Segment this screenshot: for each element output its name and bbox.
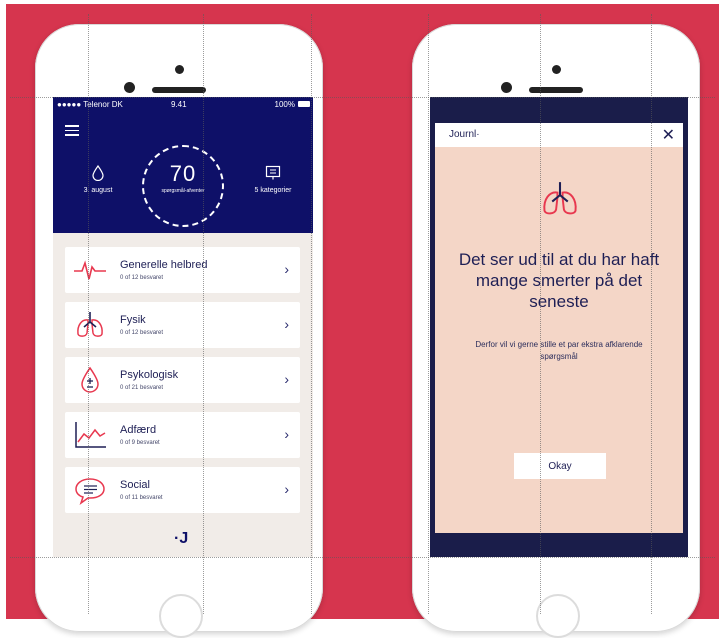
modal-topbar: Journl· ✕ — [435, 123, 683, 147]
card-subtitle: 0 of 21 besvaret — [120, 385, 164, 391]
speech-bubble-icon — [75, 478, 105, 505]
categories-stat: 5 kategorier — [243, 165, 303, 194]
close-icon[interactable]: ✕ — [662, 125, 675, 145]
front-camera — [175, 65, 184, 74]
category-card-fysik[interactable]: Fysik 0 of 12 besvaret › — [65, 302, 300, 348]
chevron-right-icon: › — [284, 261, 289, 277]
monitor-icon — [265, 165, 281, 180]
guide-line — [88, 14, 89, 614]
score-caption: spørgsmål-afventer — [161, 188, 205, 194]
card-subtitle: 0 of 12 besvaret — [120, 275, 164, 281]
categories-label: 5 kategorier — [254, 187, 292, 194]
lungs-icon — [543, 182, 577, 215]
status-bar: ●●●●● Telenor DK 9.41 100% — [53, 97, 313, 111]
status-time: 9.41 — [171, 100, 187, 109]
guide-line — [428, 14, 429, 614]
home-button[interactable] — [536, 594, 580, 638]
journl-logo: Journl· — [449, 129, 480, 140]
sensor — [501, 82, 512, 93]
chevron-right-icon: › — [284, 371, 289, 387]
category-card-generelle-helbred[interactable]: Generelle helbred 0 of 12 besvaret › — [65, 247, 300, 293]
card-title: Fysik — [120, 314, 146, 326]
date-stat: 3. august — [73, 165, 123, 194]
speaker — [152, 87, 206, 93]
footer-logo: ·J — [174, 530, 189, 547]
chevron-right-icon: › — [284, 481, 289, 497]
right-screen: Journl· ✕ Det ser ud til at du har haft … — [430, 97, 688, 557]
sensor — [124, 82, 135, 93]
header-panel: ●●●●● Telenor DK 9.41 100% 3. august 70 … — [53, 97, 313, 233]
drop-plus-minus-icon — [81, 366, 99, 393]
carrier-label: ●●●●● Telenor DK — [57, 100, 123, 109]
guide-line — [651, 14, 652, 614]
card-title: Social — [120, 479, 150, 491]
lungs-icon — [77, 312, 103, 337]
score-number: 70 — [169, 161, 197, 186]
battery-icon — [298, 101, 310, 107]
category-card-social[interactable]: Social 0 of 11 besvaret › — [65, 467, 300, 513]
card-subtitle: 0 of 12 besvaret — [120, 330, 164, 336]
left-screen: ●●●●● Telenor DK 9.41 100% 3. august 70 … — [53, 97, 313, 557]
front-camera — [552, 65, 561, 74]
card-title: Psykologisk — [120, 369, 179, 381]
card-subtitle: 0 of 9 besvaret — [120, 440, 160, 446]
score-circle[interactable]: 70 spørgsmål-afventer — [142, 145, 224, 227]
line-chart-icon — [75, 422, 106, 448]
card-subtitle: 0 of 11 besvaret — [120, 495, 163, 501]
hamburger-menu-icon[interactable] — [65, 125, 79, 136]
modal-subtext: Derfor vil vi gerne stille et par ekstra… — [475, 340, 643, 361]
card-title: Adfærd — [120, 424, 157, 436]
speaker — [529, 87, 583, 93]
okay-button[interactable]: Okay — [514, 453, 606, 479]
drop-icon — [92, 165, 104, 181]
guide-line — [10, 97, 715, 98]
home-button[interactable] — [159, 594, 203, 638]
card-title: Generelle helbred — [120, 259, 208, 271]
chevron-right-icon: › — [284, 426, 289, 442]
guide-line — [203, 14, 204, 614]
battery-label: 100% — [274, 100, 295, 109]
heartbeat-icon — [74, 260, 106, 280]
guide-line — [540, 14, 541, 614]
category-card-psykologisk[interactable]: Psykologisk 0 of 21 besvaret › — [65, 357, 300, 403]
modal-headline: Det ser ud til at du har haft mange smer… — [458, 250, 660, 311]
chevron-right-icon: › — [284, 316, 289, 332]
guide-line — [311, 14, 312, 614]
category-card-adfaerd[interactable]: Adfærd 0 of 9 besvaret › — [65, 412, 300, 458]
info-modal: Journl· ✕ Det ser ud til at du har haft … — [435, 123, 683, 533]
guide-line — [10, 557, 715, 558]
